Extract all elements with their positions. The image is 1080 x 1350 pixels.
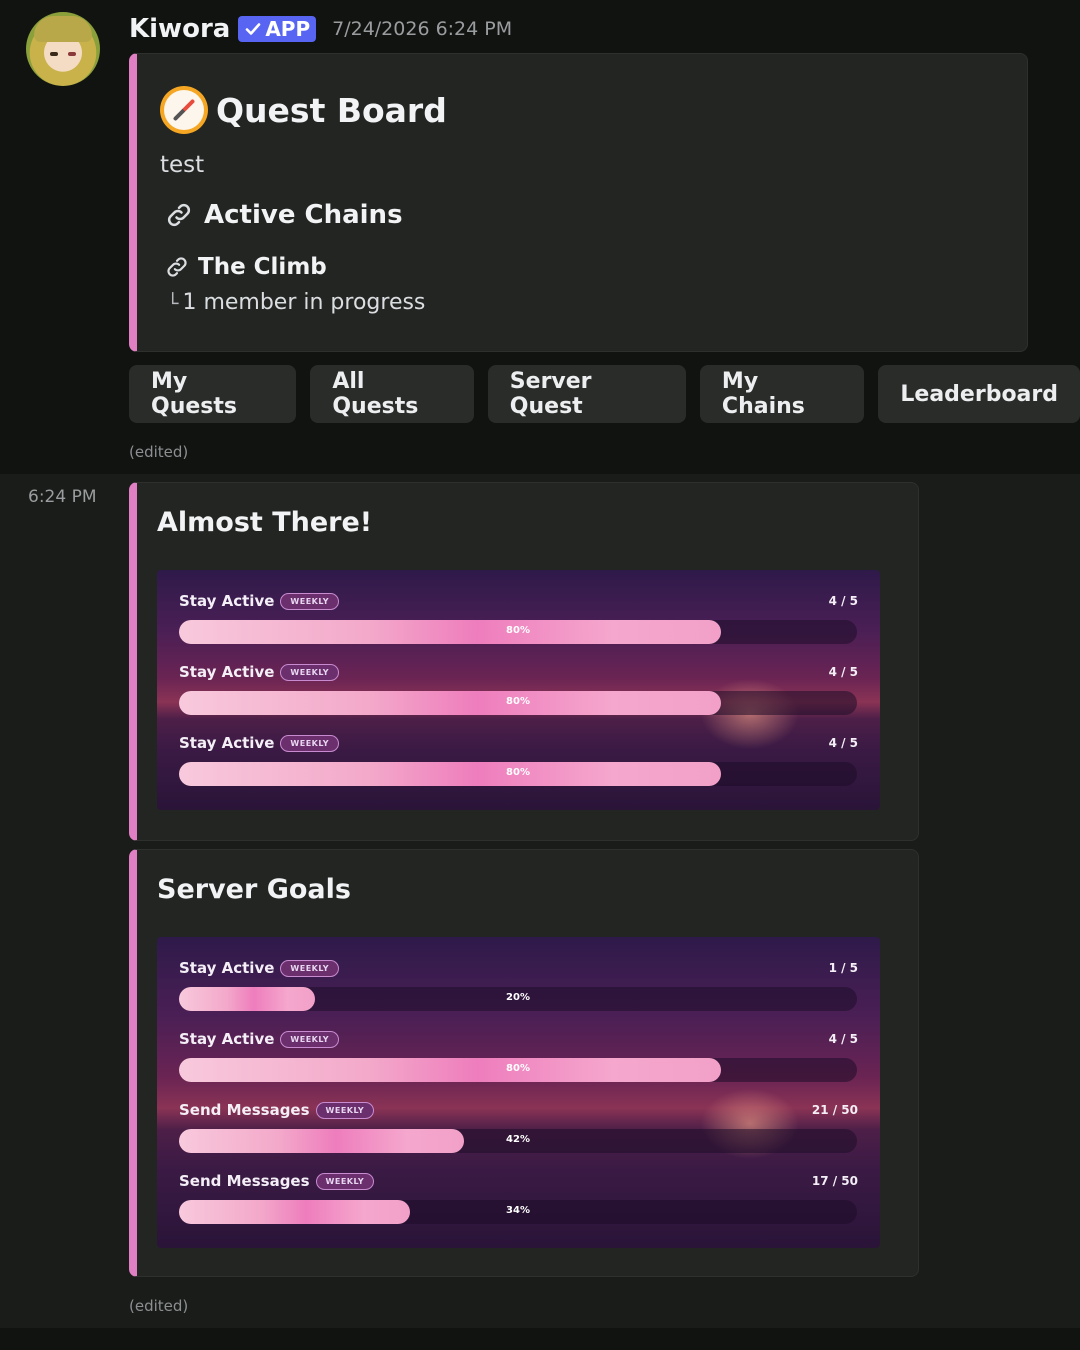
quest-label-row: Stay Active WEEKLY: [179, 959, 340, 977]
avatar-eye: [50, 52, 58, 56]
progress-track: 34%: [179, 1200, 857, 1224]
leaderboard-button[interactable]: Leaderboard: [878, 365, 1080, 423]
embed-title: Quest Board: [216, 90, 447, 130]
progress-track: 80%: [179, 762, 857, 786]
checkmark-icon: [246, 23, 261, 35]
quest-count: 4 / 5: [828, 736, 858, 750]
chain-detail-row: └ 1 member in progress: [167, 290, 425, 315]
link-icon: [167, 257, 187, 277]
edited-label: (edited): [129, 1297, 189, 1315]
weekly-badge: WEEKLY: [280, 592, 340, 610]
quest-progress-row: Stay Active WEEKLY 1 / 5 20%: [179, 959, 858, 1019]
hover-timestamp[interactable]: 6:24 PM: [28, 487, 97, 507]
server-goals-embed: Server Goals Stay Active WEEKLY 1 / 5 20% St…: [129, 849, 919, 1277]
link-icon: [167, 203, 191, 227]
app-badge: APP: [238, 16, 317, 42]
quest-label-row: Stay Active WEEKLY: [179, 1030, 340, 1048]
weekly-badge: WEEKLY: [315, 1101, 375, 1119]
quest-name: Stay Active: [179, 663, 275, 681]
quest-count: 1 / 5: [828, 961, 858, 975]
progress-percent: 20%: [506, 992, 530, 1003]
embed-title: Server Goals: [157, 874, 351, 905]
chain-item: The Climb: [164, 254, 327, 280]
app-badge-label: APP: [265, 17, 311, 41]
embed-title-row: Quest Board: [160, 86, 447, 134]
embed-title: Almost There!: [157, 507, 373, 538]
quest-progress-row: Stay Active WEEKLY 4 / 5 80%: [179, 1030, 858, 1090]
quest-progress-row: Stay Active WEEKLY 4 / 5 80%: [179, 592, 858, 652]
progress-track: 80%: [179, 691, 857, 715]
quest-name: Stay Active: [179, 1030, 275, 1048]
tree-connector: └: [167, 293, 179, 315]
progress-percent: 80%: [506, 696, 530, 707]
quest-name: Stay Active: [179, 959, 275, 977]
progress-track: 42%: [179, 1129, 857, 1153]
message-header: Kiwora APP 7/24/2026 6:24 PM: [129, 12, 512, 46]
quest-label-row: Stay Active WEEKLY: [179, 592, 340, 610]
quest-label-row: Send Messages WEEKLY: [179, 1101, 375, 1119]
weekly-badge: WEEKLY: [280, 663, 340, 681]
quest-count: 4 / 5: [828, 1032, 858, 1046]
avatar[interactable]: [26, 12, 100, 86]
action-buttons: My Quests All Quests Server Quest My Cha…: [129, 365, 1080, 423]
quest-count: 21 / 50: [811, 1103, 858, 1117]
quest-board-embed: Quest Board test Active Chains The Climb…: [129, 53, 1028, 352]
message-divider: [0, 1328, 1080, 1350]
quest-progress-row: Stay Active WEEKLY 4 / 5 80%: [179, 734, 858, 794]
server-quest-button[interactable]: Server Quest: [487, 365, 686, 423]
quest-name: Send Messages: [179, 1101, 310, 1119]
quest-progress-row: Stay Active WEEKLY 4 / 5 80%: [179, 663, 858, 723]
progress-track: 20%: [179, 987, 857, 1011]
avatar-eye: [68, 52, 76, 56]
quest-label-row: Stay Active WEEKLY: [179, 663, 340, 681]
chain-name: The Climb: [198, 254, 327, 280]
progress-image[interactable]: Stay Active WEEKLY 1 / 5 20% Stay Active WEEK…: [157, 937, 880, 1248]
username[interactable]: Kiwora: [129, 14, 230, 44]
avatar-hair: [34, 16, 92, 42]
progress-percent: 80%: [506, 1063, 530, 1074]
compass-icon: [160, 86, 208, 134]
quest-name: Stay Active: [179, 592, 275, 610]
field-header: Active Chains: [164, 200, 403, 230]
progress-percent: 80%: [506, 767, 530, 778]
quest-progress-row: Send Messages WEEKLY 21 / 50 42%: [179, 1101, 858, 1161]
almost-there-embed: Almost There! Stay Active WEEKLY 4 / 5 80% S…: [129, 482, 919, 841]
quest-name: Send Messages: [179, 1172, 310, 1190]
quest-label-row: Stay Active WEEKLY: [179, 734, 340, 752]
my-chains-button[interactable]: My Chains: [699, 365, 865, 423]
edited-label: (edited): [129, 443, 189, 461]
embed-description: test: [160, 152, 205, 178]
progress-track: 80%: [179, 620, 857, 644]
all-quests-button[interactable]: All Quests: [310, 365, 474, 423]
progress-track: 80%: [179, 1058, 857, 1082]
weekly-badge: WEEKLY: [280, 734, 340, 752]
weekly-badge: WEEKLY: [315, 1172, 375, 1190]
weekly-badge: WEEKLY: [280, 959, 340, 977]
quest-progress-row: Send Messages WEEKLY 17 / 50 34%: [179, 1172, 858, 1232]
quest-name: Stay Active: [179, 734, 275, 752]
quest-count: 4 / 5: [828, 665, 858, 679]
quest-count: 4 / 5: [828, 594, 858, 608]
weekly-badge: WEEKLY: [280, 1030, 340, 1048]
field-name: Active Chains: [204, 200, 403, 230]
progress-percent: 80%: [506, 625, 530, 636]
progress-percent: 34%: [506, 1205, 530, 1216]
progress-percent: 42%: [506, 1134, 530, 1145]
my-quests-button[interactable]: My Quests: [129, 365, 297, 423]
progress-image[interactable]: Stay Active WEEKLY 4 / 5 80% Stay Active WEEK…: [157, 570, 880, 810]
message-timestamp[interactable]: 7/24/2026 6:24 PM: [332, 18, 512, 40]
quest-label-row: Send Messages WEEKLY: [179, 1172, 375, 1190]
chain-detail: 1 member in progress: [182, 290, 426, 315]
quest-count: 17 / 50: [811, 1174, 858, 1188]
